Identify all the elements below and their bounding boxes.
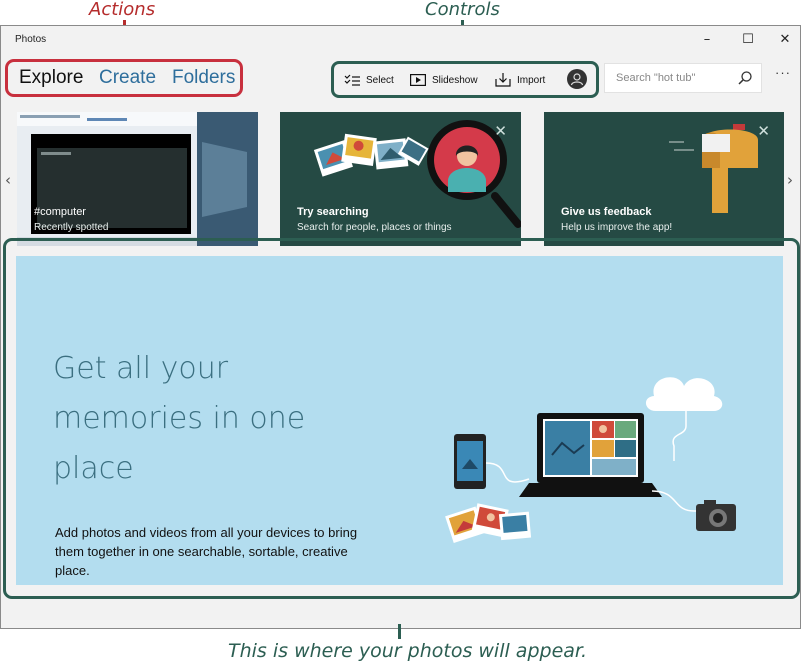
- search-box[interactable]: Search "hot tub": [604, 63, 762, 93]
- slideshow-icon: [410, 74, 426, 86]
- card-computer[interactable]: #computer Recently spotted: [17, 112, 258, 246]
- nav-create[interactable]: Create: [99, 67, 156, 89]
- slideshow-button[interactable]: Slideshow: [410, 71, 478, 89]
- card-title: #computer: [34, 206, 86, 218]
- maximize-button[interactable]: ☐: [728, 28, 768, 52]
- callout-actions: Actions: [89, 0, 156, 20]
- callout-photos-area: This is where your photos will appear.: [228, 640, 588, 662]
- nav-folders[interactable]: Folders: [172, 67, 235, 89]
- search-icon[interactable]: [737, 70, 753, 86]
- import-button[interactable]: Import: [495, 71, 545, 89]
- photos-area-panel: Get all your memories in one place Add p…: [16, 256, 783, 585]
- hero-heading: Get all your memories in one place: [53, 351, 306, 486]
- more-options-button[interactable]: ···: [775, 65, 791, 80]
- minimize-button[interactable]: –: [687, 28, 727, 52]
- select-icon: [344, 74, 360, 86]
- dismiss-card-icon[interactable]: ✕: [494, 122, 507, 140]
- card-subtitle: Help us improve the app!: [561, 222, 673, 233]
- carousel-next-button[interactable]: ›: [787, 171, 793, 189]
- dismiss-card-icon[interactable]: ✕: [757, 122, 770, 140]
- card-title: Try searching: [297, 206, 369, 218]
- callout-controls: Controls: [425, 0, 500, 20]
- callout-photos-leader: [398, 624, 401, 639]
- select-label: Select: [366, 74, 394, 86]
- account-avatar[interactable]: [567, 69, 587, 89]
- card-subtitle: Recently spotted: [34, 222, 109, 233]
- hero-body-text: Add photos and videos from all your devi…: [55, 525, 358, 578]
- app-title: Photos: [15, 34, 47, 45]
- card-feedback[interactable]: ✕ Give us feedback Help us improve the a…: [544, 112, 784, 246]
- slideshow-label: Slideshow: [432, 74, 478, 86]
- card-subtitle: Search for people, places or things: [297, 222, 452, 233]
- title-bar: Photos – ☐ ✕: [1, 26, 800, 54]
- import-label: Import: [517, 74, 546, 86]
- import-icon: [495, 73, 511, 87]
- person-icon: [570, 73, 584, 86]
- nav-explore[interactable]: Explore: [19, 67, 83, 89]
- controls-toolbar: Select Slideshow Import: [331, 61, 599, 98]
- actions-nav: Explore Create Folders: [5, 59, 243, 97]
- close-button[interactable]: ✕: [765, 28, 801, 52]
- card-try-searching[interactable]: ✕ Try searching Search for people, place…: [280, 112, 521, 246]
- select-button[interactable]: Select: [344, 71, 394, 89]
- devices-illustration: [445, 377, 736, 543]
- card-title: Give us feedback: [561, 206, 652, 218]
- search-input[interactable]: Search "hot tub": [616, 72, 695, 84]
- carousel-prev-button[interactable]: ‹: [5, 171, 11, 189]
